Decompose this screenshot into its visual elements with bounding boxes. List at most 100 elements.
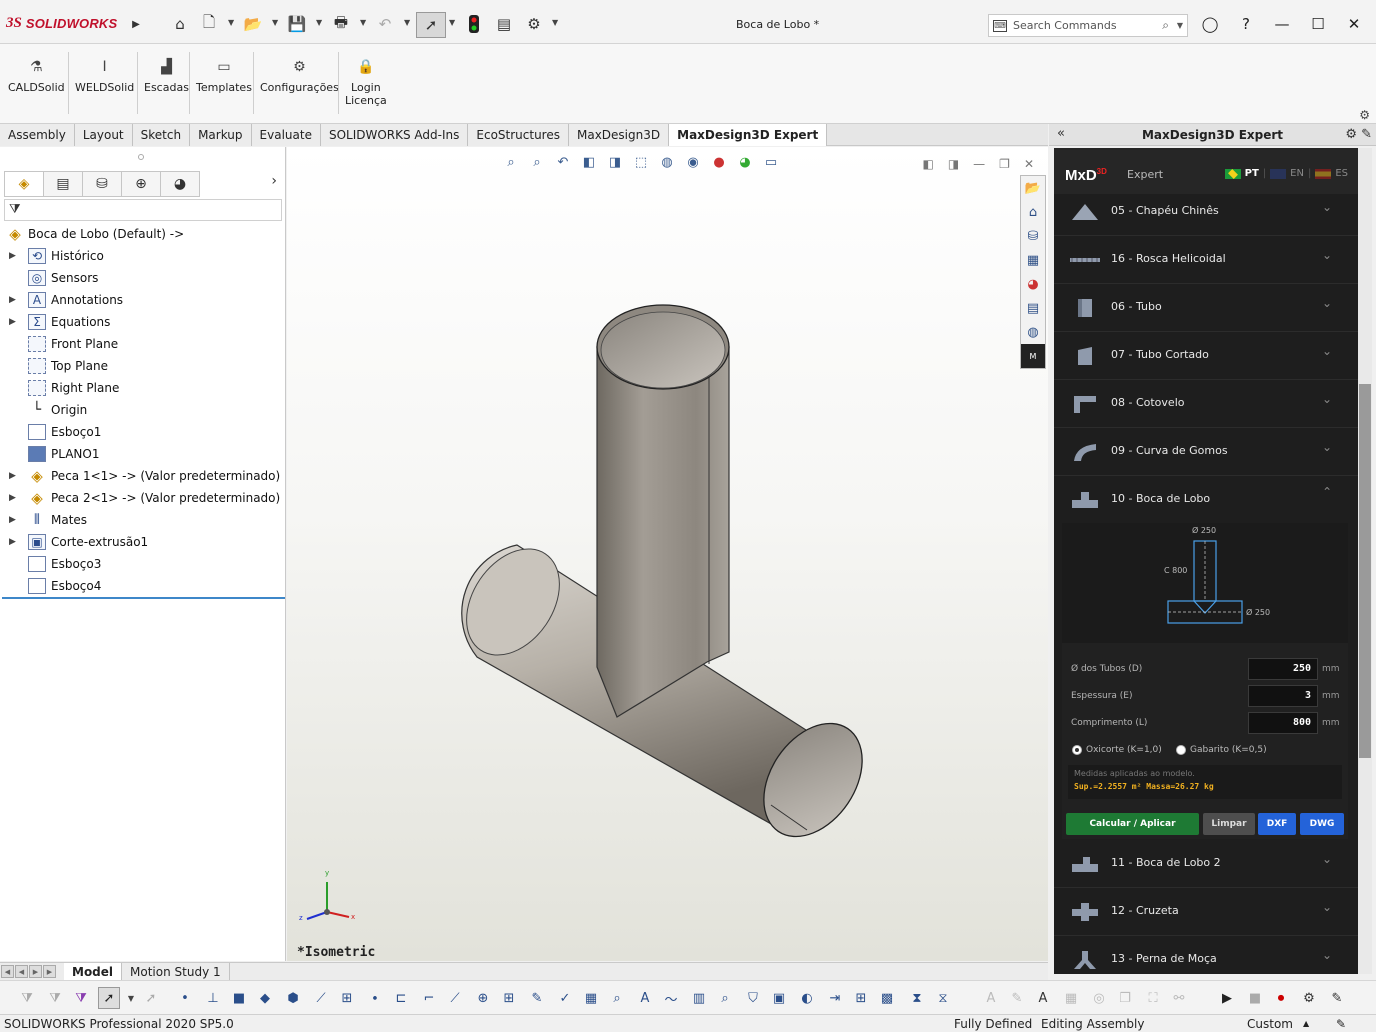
vertex-icon[interactable]: ∙ — [366, 989, 384, 1007]
user-account-icon[interactable]: ◯ — [1200, 14, 1220, 34]
item-curva-de-gomos[interactable]: 09 - Curva de Gomos ⌄ — [1054, 428, 1358, 476]
brazil-flag-icon[interactable] — [1224, 168, 1241, 179]
radio-oxicorte[interactable]: Oxicorte (K=1,0) — [1072, 745, 1162, 755]
tree-item-front-plane[interactable]: Front Plane — [0, 333, 284, 355]
weldsolid-button[interactable]: I WELDSolid — [75, 58, 134, 95]
item-tubo[interactable]: 06 - Tubo ⌄ — [1054, 284, 1358, 332]
calcular-aplicar-button[interactable]: Calcular / Aplicar — [1066, 813, 1199, 835]
copy-disabled-icon[interactable]: ❐ — [1116, 989, 1134, 1007]
expand-arrow-icon[interactable]: ▶ — [9, 251, 16, 261]
expand-arrow-icon[interactable]: ▶ — [9, 537, 16, 547]
item-tubo-cortado[interactable]: 07 - Tubo Cortado ⌄ — [1054, 332, 1358, 380]
edit-macro-icon[interactable]: ✎ — [1328, 989, 1346, 1007]
text-icon[interactable]: A — [636, 989, 654, 1007]
open-folder-icon[interactable]: 📂 — [243, 14, 263, 34]
diagonal-icon[interactable]: ⟋ — [446, 989, 464, 1007]
tree-item-top-plane[interactable]: Top Plane — [0, 355, 284, 377]
hatch-icon[interactable]: ▥ — [690, 989, 708, 1007]
comprimento-input[interactable]: 800 — [1248, 712, 1318, 734]
text-disabled-icon[interactable]: A — [982, 989, 1000, 1007]
tree-item-equations[interactable]: ▶ Σ Equations — [0, 311, 284, 333]
item-cruzeta[interactable]: 12 - Cruzeta ⌄ — [1054, 888, 1358, 936]
cube-icon[interactable]: ⬢ — [284, 989, 302, 1007]
checkmark-icon[interactable]: ✓ — [556, 989, 574, 1007]
escadas-button[interactable]: ▟ Escadas — [144, 58, 189, 95]
chevron-down-icon[interactable]: ⌄ — [1322, 852, 1332, 866]
tree-item-sensors[interactable]: ◎ Sensors — [0, 267, 284, 289]
prev-tab-icon[interactable]: ◀ — [15, 965, 28, 978]
chevron-right-icon[interactable]: › — [271, 173, 277, 189]
units-dropdown-icon[interactable]: ▲ — [1303, 1019, 1309, 1028]
tab-markup[interactable]: Markup — [190, 124, 252, 146]
target-icon[interactable]: ⊕ — [474, 989, 492, 1007]
tab-ecostructures[interactable]: EcoStructures — [468, 124, 569, 146]
tree-item-annotations[interactable]: ▶ A Annotations — [0, 289, 284, 311]
units-selector[interactable]: Custom — [1247, 1017, 1293, 1031]
frame-icon[interactable]: ▣ — [770, 989, 788, 1007]
table-disabled-icon[interactable]: ▦ — [1062, 989, 1080, 1007]
tree-item-historico[interactable]: ▶ ⟲ Histórico — [0, 245, 284, 267]
chevron-down-icon[interactable]: ⌄ — [1322, 200, 1332, 214]
open-dropdown-icon[interactable]: ▼ — [272, 18, 278, 27]
radio-button[interactable] — [1176, 745, 1186, 755]
item-cotovelo[interactable]: 08 - Cotovelo ⌄ — [1054, 380, 1358, 428]
help-icon[interactable]: ? — [1236, 14, 1256, 34]
select-other-icon[interactable]: ➚ — [142, 989, 160, 1007]
display-manager-tab-icon[interactable]: ◕ — [160, 171, 200, 197]
expand-arrow-icon[interactable]: ▶ — [9, 515, 16, 525]
radio-gabarito[interactable]: Gabarito (K=0,5) — [1176, 745, 1267, 755]
grid-icon[interactable]: ⊞ — [500, 989, 518, 1007]
solidworks-forum-icon[interactable]: ◍ — [1021, 320, 1045, 344]
menu-expand-icon[interactable]: ▶ — [126, 14, 146, 34]
maxdesign-tab-icon[interactable]: M — [1021, 344, 1045, 368]
shield-icon[interactable]: ⛉ — [744, 989, 762, 1007]
chevron-down-icon[interactable]: ⌄ — [1322, 900, 1332, 914]
close-icon[interactable]: ✕ — [1344, 14, 1364, 34]
pencil-icon[interactable]: ✎ — [528, 989, 546, 1007]
item-boca-de-lobo[interactable]: 10 - Boca de Lobo ⌄ — [1054, 476, 1358, 524]
weld-tool-icon[interactable]: ⧖ — [934, 989, 952, 1007]
expand-arrow-icon[interactable]: ▶ — [9, 317, 16, 327]
filter-faces-icon[interactable]: ⧩ — [46, 989, 64, 1007]
tree-item-corte-extrusao1[interactable]: ▶ ▣ Corte-extrusão1 — [0, 531, 284, 553]
select-arrow-icon[interactable]: ➚ — [416, 12, 446, 38]
tab-motion-study-1[interactable]: Motion Study 1 — [122, 962, 230, 981]
chevron-down-icon[interactable]: ⌄ — [1322, 392, 1332, 406]
custom-properties-icon[interactable]: ▤ — [1021, 296, 1045, 320]
tab-maxdesign3d[interactable]: MaxDesign3D — [569, 124, 670, 146]
limpar-button[interactable]: Limpar — [1203, 813, 1255, 835]
print-dropdown-icon[interactable]: ▼ — [360, 18, 366, 27]
tab-sketch[interactable]: Sketch — [132, 124, 191, 146]
language-en[interactable]: EN — [1290, 168, 1304, 179]
dimension-icon[interactable]: ⊞ — [338, 989, 356, 1007]
uk-flag-icon[interactable] — [1270, 168, 1287, 179]
print-icon[interactable]: 🖶 — [331, 13, 351, 34]
tab-evaluate[interactable]: Evaluate — [251, 124, 321, 146]
tab-assembly[interactable]: Assembly — [0, 124, 75, 146]
panel-splitter-handle[interactable] — [138, 154, 144, 160]
chevron-down-icon[interactable]: ⌄ — [1322, 948, 1332, 962]
tree-item-esboco1[interactable]: Esboço1 — [0, 421, 284, 443]
measure-icon[interactable]: ⟋ — [312, 989, 330, 1007]
ribbon-options-gear-icon[interactable]: ⚙ — [1359, 108, 1370, 122]
save-dropdown-icon[interactable]: ▼ — [316, 18, 322, 27]
chevron-up-icon[interactable]: ⌄ — [1322, 484, 1332, 498]
new-document-icon[interactable]: 🗋 — [199, 13, 219, 34]
spain-flag-icon[interactable] — [1315, 168, 1332, 179]
graphics-viewport[interactable]: ⌕ ⌕ ↶ ◧ ◨ ⬚ ◍ ◉ ● ◕ ▭ ◧ ◨ — ❐ ✕ y x z *I… — [287, 147, 1048, 961]
rollback-bar[interactable] — [2, 597, 285, 599]
arrow-tool-icon[interactable]: ⇥ — [826, 989, 844, 1007]
tree-item-esboco4[interactable]: Esboço4 — [0, 575, 284, 597]
first-tab-icon[interactable]: ◀ — [1, 965, 14, 978]
search-commands-input[interactable]: ⌨ Search Commands ⌕ ▼ — [988, 14, 1188, 37]
balloon-disabled-icon[interactable]: ◎ — [1090, 989, 1108, 1007]
tree-item-peca2[interactable]: ▶ ◈ Peca 2<1> -> (Valor predeterminado) — [0, 487, 284, 509]
radio-button-selected[interactable] — [1072, 745, 1082, 755]
select-dropdown-icon[interactable]: ▼ — [122, 989, 140, 1007]
select-arrow-icon[interactable]: ➚ — [98, 987, 120, 1009]
traffic-light-icon[interactable] — [464, 14, 484, 34]
datum-disabled-icon[interactable]: ⛶ — [1144, 989, 1162, 1007]
boca-de-lobo-3d-model[interactable]: y x z — [287, 147, 1048, 961]
tab-solidworks-addins[interactable]: SOLIDWORKS Add-Ins — [320, 124, 469, 146]
insert-icon[interactable]: ⊞ — [852, 989, 870, 1007]
